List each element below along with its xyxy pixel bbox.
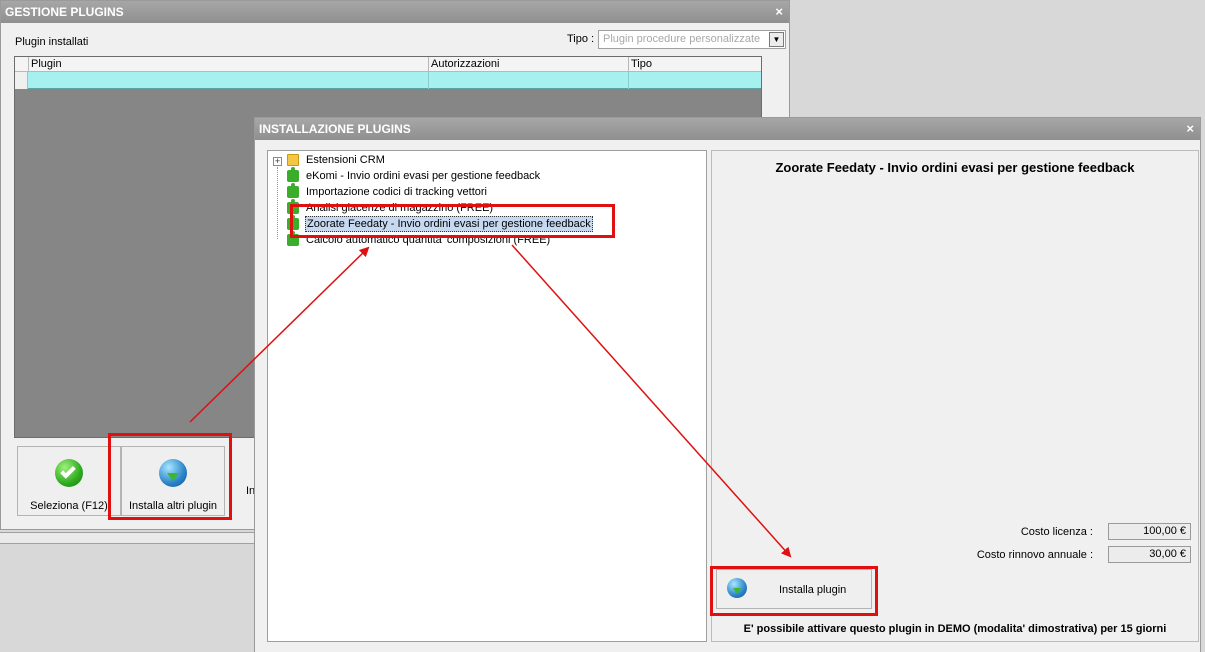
puzzle-piece-icon [287,167,299,182]
tree-item-label: Estensioni CRM [306,154,385,166]
demo-note: E' possibile attivare questo plugin in D… [743,623,1167,635]
tipo-select-value: Plugin procedure personalizzate [603,33,761,45]
tree-item-label: eKomi - Invio ordini evasi per gestione … [306,170,541,182]
column-header-autorizzazioni[interactable]: Autorizzazioni [428,57,628,72]
window-title: GESTIONE PLUGINS [5,5,124,19]
column-header-plugin[interactable]: Plugin [28,57,428,72]
puzzle-piece-icon [287,183,299,198]
seleziona-button[interactable]: Seleziona (F12) [17,446,121,516]
folder-icon [287,154,299,166]
expand-collapse-icon[interactable]: + [273,157,282,166]
column-divider [428,72,429,89]
close-icon[interactable]: × [1186,118,1194,140]
costo-rinnovo-label: Costo rinnovo annuale : [976,549,1093,561]
window-title: INSTALLAZIONE PLUGINS [259,122,411,136]
tipo-select[interactable]: Plugin procedure personalizzate ▼ [598,30,786,49]
annotation-box-installa-plugin [710,566,878,616]
row-selector-header [15,57,28,72]
costo-rinnovo-value: 30,00 € [1108,546,1191,563]
chevron-down-icon[interactable]: ▼ [769,32,784,47]
annotation-box-installa-altri [108,433,232,520]
plugin-detail-title: Zoorate Feedaty - Invio ordini evasi per… [775,160,1135,175]
gestione-plugins-titlebar: GESTIONE PLUGINS × [1,1,789,23]
row-selector[interactable] [15,72,28,89]
grid-header: Plugin Autorizzazioni Tipo [15,57,761,72]
costo-licenza-value: 100,00 € [1108,523,1191,540]
annotation-box-selected-plugin [290,204,615,238]
table-row[interactable] [15,72,761,89]
tipo-label: Tipo : [567,33,595,45]
costo-licenza-label: Costo licenza : [1020,526,1093,538]
column-divider [628,72,629,89]
close-icon[interactable]: × [775,1,783,23]
seleziona-button-label: Seleziona (F12) [30,500,108,512]
installed-plugins-label: Plugin installati [15,36,89,48]
column-header-tipo[interactable]: Tipo [628,57,761,72]
tree-item-label: Importazione codici di tracking vettori [306,186,487,198]
checkmark-icon [55,459,83,487]
installazione-plugins-titlebar: INSTALLAZIONE PLUGINS × [255,118,1200,140]
tree-connector [277,167,278,239]
